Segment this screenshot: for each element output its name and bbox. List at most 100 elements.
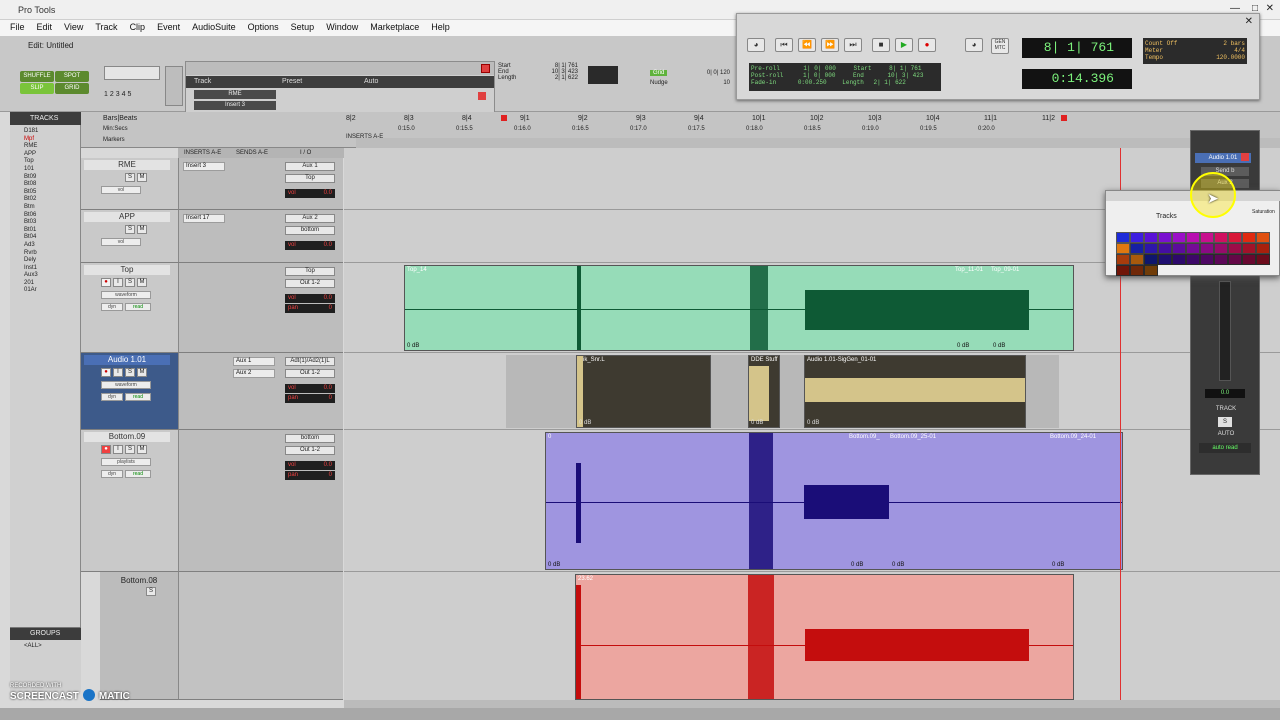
volume-display[interactable]: vol 0.0 bbox=[285, 294, 335, 303]
insert-slot-a[interactable]: Insert 17 bbox=[183, 214, 225, 223]
slip-mode-button[interactable]: SLIP bbox=[20, 83, 54, 94]
color-swatch[interactable] bbox=[1144, 265, 1158, 276]
input-select[interactable]: Aux 1 bbox=[285, 162, 335, 171]
color-swatch[interactable] bbox=[1172, 243, 1186, 254]
track-view-select[interactable]: playlists bbox=[101, 458, 151, 466]
output-select[interactable]: Out 1-2 bbox=[285, 279, 335, 288]
color-swatch[interactable] bbox=[1242, 243, 1256, 254]
rewind-button[interactable]: ⏪ bbox=[798, 38, 816, 52]
track-header-bottom-09[interactable]: Bottom.09 ● I S M playlists dyn read bbox=[81, 430, 178, 572]
online-sync-button[interactable]: ◕ bbox=[965, 38, 983, 52]
output-select[interactable]: bottom bbox=[285, 226, 335, 235]
track-lane-top[interactable]: Top_14 Top_11-01 Top_09-01 0 dB 0 dB 0 d… bbox=[344, 263, 1280, 353]
pre-post-roll-panel[interactable]: Pre-roll 1| 0| 000 Start 8| 1| 761 Post-… bbox=[749, 63, 941, 91]
color-swatch[interactable] bbox=[1256, 243, 1270, 254]
insert-slot-a[interactable]: Insert 3 bbox=[183, 162, 225, 171]
pan-display[interactable]: pan 0 bbox=[285, 471, 335, 480]
bars-ruler[interactable]: 8|2 8|3 8|4 9|1 9|2 9|3 9|4 10|1 10|2 10|3 10|4 11|… bbox=[346, 115, 1280, 123]
solo-button[interactable]: S bbox=[146, 587, 156, 596]
track-list[interactable]: D181 Mpf RME APP Top 101 Bt09 Bt08 Bt05 Bt02 Btm Bt… bbox=[24, 128, 38, 295]
color-swatch[interactable] bbox=[1130, 254, 1144, 265]
color-swatch[interactable] bbox=[1186, 232, 1200, 243]
track-lane-audio-101[interactable]: Bik_Snr.L 0 dB DDE Stuff 0 dB Audio 1.01… bbox=[344, 353, 1280, 430]
color-swatch[interactable] bbox=[1200, 232, 1214, 243]
color-swatch[interactable] bbox=[1144, 254, 1158, 265]
midi-controls[interactable]: Count Off 2 bars Meter 4/4 Tempo 120.000… bbox=[1143, 38, 1247, 64]
color-swatch[interactable] bbox=[1186, 254, 1200, 265]
volume-display[interactable]: vol 0.0 bbox=[285, 189, 335, 198]
color-swatch-grid[interactable] bbox=[1116, 232, 1280, 276]
volume-display[interactable]: vol 0.0 bbox=[285, 461, 335, 470]
gen-mtc-button[interactable]: GEN MTC bbox=[991, 38, 1009, 54]
menu-options[interactable]: Options bbox=[248, 20, 279, 34]
track-header-top[interactable]: Top ● I S M waveform dyn read bbox=[81, 263, 178, 353]
color-swatch[interactable] bbox=[1200, 243, 1214, 254]
horizontal-scrollbar[interactable] bbox=[344, 700, 1280, 708]
plugin-bypass-icon[interactable] bbox=[478, 92, 486, 100]
dyn-select[interactable]: dyn bbox=[101, 303, 123, 311]
spot-mode-button[interactable]: SPOT bbox=[55, 71, 89, 82]
color-swatch[interactable] bbox=[1200, 254, 1214, 265]
clip-bottom[interactable]: 0 Bottom.09_ Bottom.09_25-01 Bottom.09_2… bbox=[545, 432, 1123, 570]
output-select[interactable]: Out 1-2 bbox=[285, 446, 335, 455]
dyn-select[interactable]: dyn bbox=[101, 470, 123, 478]
volume-display[interactable]: vol 0.0 bbox=[285, 384, 335, 393]
color-swatch[interactable] bbox=[1130, 243, 1144, 254]
color-swatch[interactable] bbox=[1116, 232, 1130, 243]
color-swatch[interactable] bbox=[1158, 232, 1172, 243]
output-select[interactable]: Out 1-2 bbox=[285, 369, 335, 378]
color-swatch[interactable] bbox=[1256, 232, 1270, 243]
color-swatch[interactable] bbox=[1214, 243, 1228, 254]
grid-nudge-panel[interactable]: Grid 0| 0| 120 Nudge 10 bbox=[650, 70, 730, 98]
menu-setup[interactable]: Setup bbox=[291, 20, 315, 34]
color-swatch[interactable] bbox=[1228, 232, 1242, 243]
input-monitor-button[interactable]: I bbox=[113, 278, 123, 287]
strip-solo-button[interactable]: S bbox=[1218, 417, 1232, 427]
track-header-app[interactable]: APP S M vol bbox=[81, 210, 178, 263]
color-swatch[interactable] bbox=[1214, 232, 1228, 243]
strip-volume-readout[interactable]: 0.0 bbox=[1205, 389, 1245, 398]
color-swatch[interactable] bbox=[1172, 254, 1186, 265]
track-lane-bottom-09[interactable]: 0 Bottom.09_ Bottom.09_25-01 Bottom.09_2… bbox=[344, 430, 1280, 572]
clip-audio-snare[interactable]: Bik_Snr.L 0 dB bbox=[576, 355, 711, 428]
track-view-select[interactable]: waveform bbox=[101, 381, 151, 389]
input-select[interactable]: Aux 2 bbox=[285, 214, 335, 223]
color-swatch[interactable] bbox=[1214, 254, 1228, 265]
input-monitor-button[interactable]: I bbox=[113, 445, 123, 454]
send-slot-b[interactable]: Aux 2 bbox=[233, 369, 275, 378]
plugin-window-titlebar[interactable] bbox=[186, 62, 494, 75]
clip-audio-siggen[interactable]: Audio 1.01-SigGen_01-01 0 dB bbox=[804, 355, 1026, 428]
color-swatch[interactable] bbox=[1228, 254, 1242, 265]
zoom-buttons[interactable] bbox=[104, 66, 160, 80]
grid-mode-button[interactable]: GRID bbox=[55, 83, 89, 94]
track-header-bottom-08[interactable]: Bottom.08 S bbox=[100, 572, 178, 700]
online-button[interactable]: ◕ bbox=[747, 38, 765, 52]
plugin-insert-select[interactable]: Insert 3 bbox=[194, 101, 276, 110]
color-swatch[interactable] bbox=[1186, 243, 1200, 254]
vol-view-select[interactable]: vol bbox=[101, 238, 141, 246]
plugin-track-select[interactable]: RME bbox=[194, 90, 276, 99]
color-swatch[interactable] bbox=[1116, 254, 1130, 265]
menu-audiosuite[interactable]: AudioSuite bbox=[192, 20, 236, 34]
sub-counter[interactable]: 0:14.396 bbox=[1022, 69, 1132, 89]
menu-event[interactable]: Event bbox=[157, 20, 180, 34]
go-to-end-button[interactable]: ⏭ bbox=[844, 38, 862, 52]
input-monitor-button[interactable]: I bbox=[113, 368, 123, 377]
return-to-zero-button[interactable]: ⏮ bbox=[775, 38, 793, 52]
automation-mode-select[interactable]: read bbox=[125, 393, 151, 401]
color-swatch[interactable] bbox=[1116, 265, 1130, 276]
track-name[interactable]: Top bbox=[84, 265, 170, 275]
color-swatch[interactable] bbox=[1172, 232, 1186, 243]
track-name[interactable]: Bottom.09 bbox=[84, 432, 170, 442]
pan-display[interactable]: pan 0 bbox=[285, 394, 335, 403]
record-arm-button[interactable]: ● bbox=[101, 368, 111, 377]
color-swatch[interactable] bbox=[1130, 232, 1144, 243]
close-icon[interactable]: ✕ bbox=[1266, 3, 1274, 14]
solo-button[interactable]: S bbox=[125, 278, 135, 287]
clip-top[interactable]: Top_14 Top_11-01 Top_09-01 0 dB 0 dB 0 d… bbox=[404, 265, 1074, 351]
input-select[interactable]: bottom bbox=[285, 434, 335, 443]
vol-view-select[interactable]: vol bbox=[101, 186, 141, 194]
track-header-rme[interactable]: RME S M vol bbox=[81, 158, 178, 210]
color-swatch[interactable] bbox=[1242, 254, 1256, 265]
solo-button[interactable]: S bbox=[125, 445, 135, 454]
